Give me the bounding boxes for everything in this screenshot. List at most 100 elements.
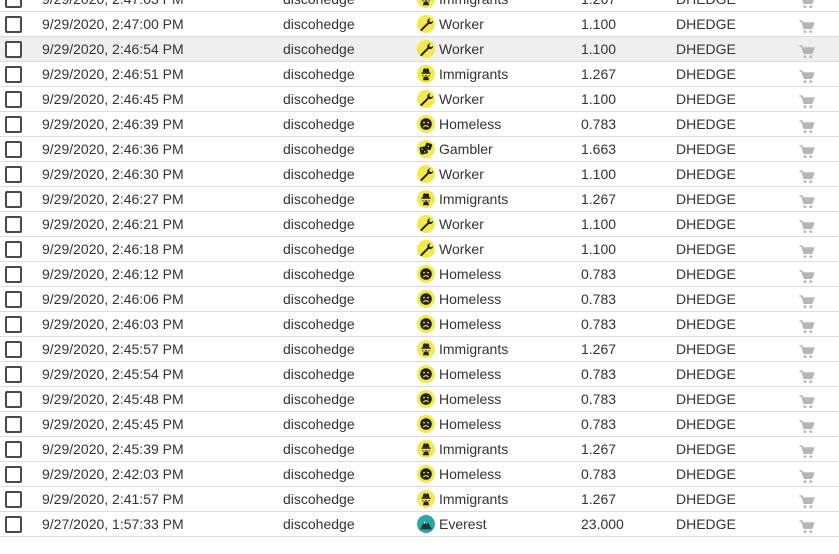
row-user[interactable]: discohedge [283,387,355,411]
table-row[interactable]: 9/27/2020, 1:57:33 PM discohedge Everest 23… [0,512,839,537]
cart-icon[interactable] [799,67,815,83]
cart-icon[interactable] [799,517,815,533]
row-user[interactable]: discohedge [283,412,355,436]
table-row[interactable]: 9/29/2020, 2:46:36 PM discohedge Gambler 1.… [0,137,839,162]
row-user[interactable]: discohedge [283,437,355,461]
row-checkbox[interactable] [5,91,22,108]
row-user[interactable]: discohedge [283,362,355,386]
row-checkbox[interactable] [5,491,22,508]
cart-icon[interactable] [799,242,815,258]
cart-icon[interactable] [799,492,815,508]
row-card-name[interactable]: Homeless [439,387,501,411]
row-checkbox[interactable] [5,166,22,183]
cart-icon[interactable] [799,167,815,183]
row-user[interactable]: discohedge [283,287,355,311]
row-user[interactable]: discohedge [283,337,355,361]
table-row[interactable]: 9/29/2020, 2:45:45 PM discohedge Homeless 0… [0,412,839,437]
row-card-name[interactable]: Homeless [439,262,501,286]
row-checkbox[interactable] [5,16,22,33]
cart-icon[interactable] [799,417,815,433]
row-user[interactable]: discohedge [283,262,355,286]
row-card-name[interactable]: Homeless [439,112,501,136]
row-user[interactable]: discohedge [283,37,355,61]
row-card-name[interactable]: Worker [439,37,484,61]
table-row[interactable]: 9/29/2020, 2:47:00 PM discohedge Worker 1.1… [0,12,839,37]
row-user[interactable]: discohedge [283,512,355,536]
cart-icon[interactable] [799,0,815,9]
cart-icon[interactable] [799,442,815,458]
row-card-name[interactable]: Immigrants [439,187,508,211]
row-card-name[interactable]: Worker [439,212,484,236]
row-checkbox[interactable] [5,41,22,58]
row-card-name[interactable]: Worker [439,162,484,186]
row-checkbox[interactable] [5,0,22,8]
table-row[interactable]: 9/29/2020, 2:41:57 PM discohedge Immigrant… [0,487,839,512]
cart-icon[interactable] [799,367,815,383]
row-card-name[interactable]: Homeless [439,462,501,486]
cart-icon[interactable] [799,342,815,358]
row-card-name[interactable]: Homeless [439,287,501,311]
table-row[interactable]: 9/29/2020, 2:42:03 PM discohedge Homeless 0… [0,462,839,487]
row-checkbox[interactable] [5,66,22,83]
row-checkbox[interactable] [5,416,22,433]
row-user[interactable]: discohedge [283,487,355,511]
cart-icon[interactable] [799,317,815,333]
table-row[interactable]: 9/29/2020, 2:46:21 PM discohedge Worker 1.1… [0,212,839,237]
row-checkbox[interactable] [5,191,22,208]
table-row[interactable]: 9/29/2020, 2:45:48 PM discohedge Homeless 0… [0,387,839,412]
cart-icon[interactable] [799,392,815,408]
cart-icon[interactable] [799,292,815,308]
row-user[interactable]: discohedge [283,162,355,186]
row-checkbox[interactable] [5,266,22,283]
row-user[interactable]: discohedge [283,237,355,261]
table-row[interactable]: 9/29/2020, 2:45:39 PM discohedge Immigrant… [0,437,839,462]
row-user[interactable]: discohedge [283,87,355,111]
row-checkbox[interactable] [5,466,22,483]
row-card-name[interactable]: Gambler [439,137,493,161]
table-row[interactable]: 9/29/2020, 2:46:51 PM discohedge Immigrant… [0,62,839,87]
row-card-name[interactable]: Homeless [439,312,501,336]
row-user[interactable]: discohedge [283,462,355,486]
row-user[interactable]: discohedge [283,137,355,161]
row-checkbox[interactable] [5,141,22,158]
table-row[interactable]: 9/29/2020, 2:46:39 PM discohedge Homeless 0… [0,112,839,137]
table-row[interactable]: 9/29/2020, 2:45:57 PM discohedge Immigrant… [0,337,839,362]
table-row[interactable]: 9/29/2020, 2:46:27 PM discohedge Immigrant… [0,187,839,212]
row-checkbox[interactable] [5,291,22,308]
cart-icon[interactable] [799,17,815,33]
row-user[interactable]: discohedge [283,312,355,336]
row-card-name[interactable]: Worker [439,87,484,111]
row-card-name[interactable]: Immigrants [439,487,508,511]
table-row[interactable]: 9/29/2020, 2:46:03 PM discohedge Homeless 0… [0,312,839,337]
row-card-name[interactable]: Worker [439,237,484,261]
row-user[interactable]: discohedge [283,187,355,211]
row-checkbox[interactable] [5,441,22,458]
row-checkbox[interactable] [5,116,22,133]
row-card-name[interactable]: Everest [439,512,486,536]
table-row[interactable]: 9/29/2020, 2:46:30 PM discohedge Worker 1.1… [0,162,839,187]
table-row[interactable]: 9/29/2020, 2:45:54 PM discohedge Homeless 0… [0,362,839,387]
row-checkbox[interactable] [5,241,22,258]
table-row[interactable]: 9/29/2020, 2:46:54 PM discohedge Worker 1.1… [0,37,839,62]
row-checkbox[interactable] [5,366,22,383]
cart-icon[interactable] [799,117,815,133]
cart-icon[interactable] [799,192,815,208]
cart-icon[interactable] [799,217,815,233]
row-card-name[interactable]: Homeless [439,412,501,436]
row-user[interactable]: discohedge [283,12,355,36]
row-card-name[interactable]: Immigrants [439,62,508,86]
row-card-name[interactable]: Worker [439,12,484,36]
cart-icon[interactable] [799,267,815,283]
row-checkbox[interactable] [5,316,22,333]
cart-icon[interactable] [799,92,815,108]
cart-icon[interactable] [799,42,815,58]
row-card-name[interactable]: Immigrants [439,437,508,461]
table-row[interactable]: 9/29/2020, 2:46:06 PM discohedge Homeless 0… [0,287,839,312]
row-checkbox[interactable] [5,516,22,533]
row-card-name[interactable]: Immigrants [439,337,508,361]
row-user[interactable]: discohedge [283,0,355,11]
table-row[interactable]: 9/29/2020, 2:46:12 PM discohedge Homeless 0… [0,262,839,287]
row-checkbox[interactable] [5,391,22,408]
table-row[interactable]: 9/29/2020, 2:46:45 PM discohedge Worker 1.1… [0,87,839,112]
row-checkbox[interactable] [5,216,22,233]
